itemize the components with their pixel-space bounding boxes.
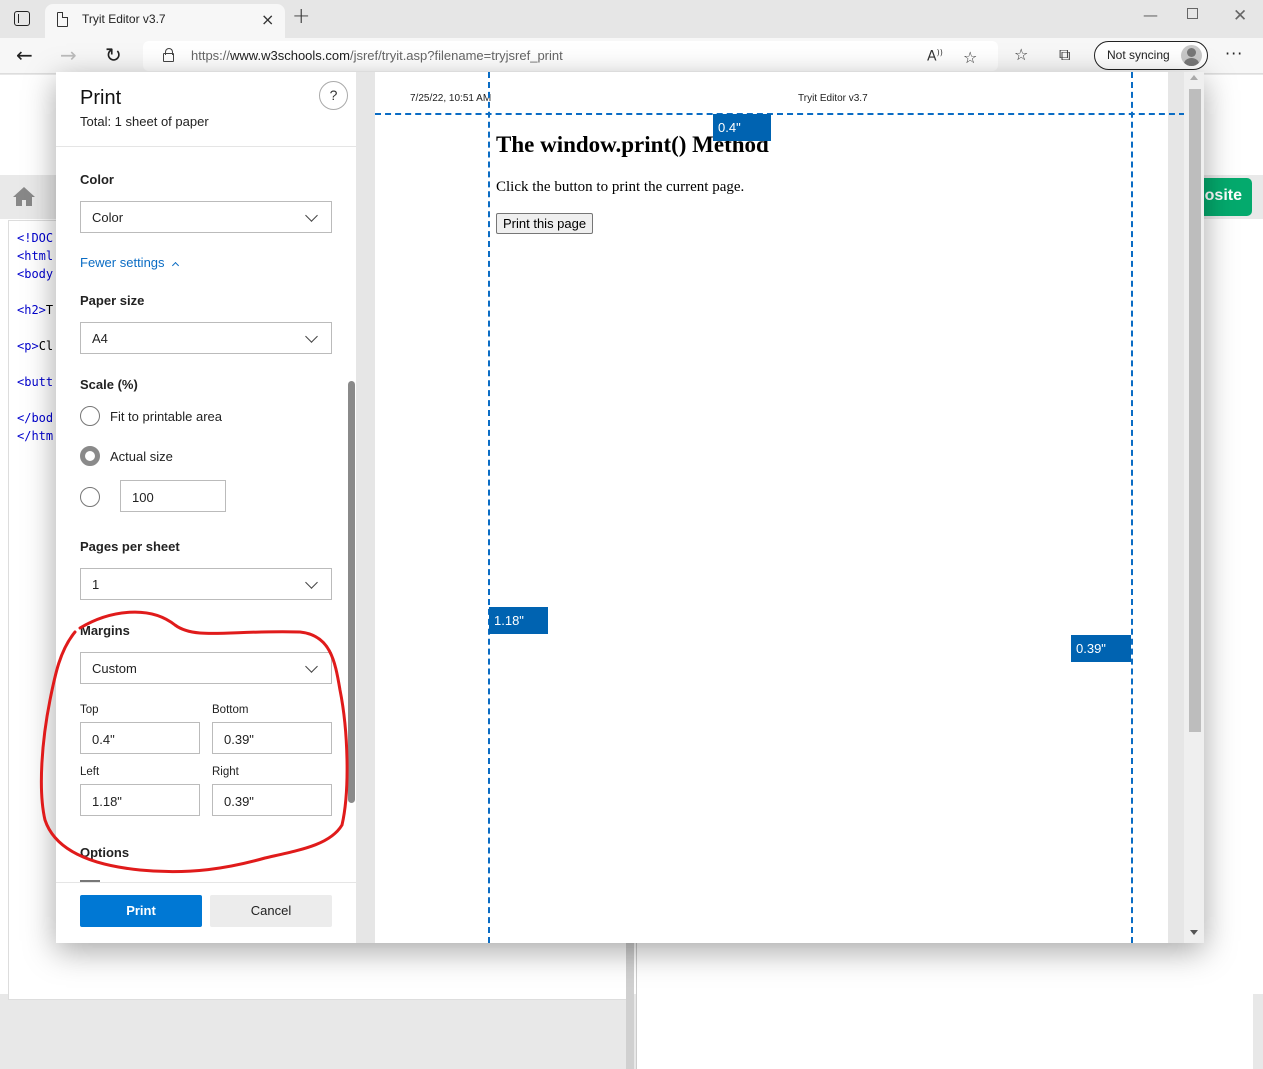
print-settings-panel: Print Total: 1 sheet of paper ? Color Co… <box>56 72 356 943</box>
browser-toolbar: ← → ↻ https://www.w3schools.com/jsref/tr… <box>0 38 1263 74</box>
right-margin-tag: 0.39" <box>1071 635 1131 662</box>
preview-scrollbar-thumb[interactable] <box>1189 89 1201 732</box>
preview-page: 7/25/22, 10:51 AM Tryit Editor v3.7 The … <box>375 72 1185 943</box>
address-bar[interactable]: https://www.w3schools.com/jsref/tryit.as… <box>143 41 998 71</box>
color-value: Color <box>92 210 124 225</box>
scroll-down-icon[interactable] <box>1190 930 1198 935</box>
close-icon[interactable]: × <box>261 10 274 29</box>
profile-sync-button[interactable]: Not syncing <box>1094 41 1208 70</box>
code-line: <html <box>17 249 54 263</box>
tab-bar: Tryit Editor v3.7 × + — ✕ <box>0 0 1263 38</box>
fewer-settings-label: Fewer settings <box>80 255 165 270</box>
home-icon[interactable] <box>12 185 36 207</box>
page-header-title: Tryit Editor v3.7 <box>798 93 868 104</box>
divider <box>56 882 356 883</box>
avatar-icon <box>1181 45 1202 66</box>
scale-actual-radio[interactable] <box>80 446 100 466</box>
code-line: <!DOC <box>17 231 54 245</box>
pages-per-sheet-value: 1 <box>92 577 100 592</box>
color-label: Color <box>80 172 114 187</box>
scale-fit-label: Fit to printable area <box>110 409 223 424</box>
url-path: /jsref/tryit.asp?filename=tryjsref_print <box>349 48 563 63</box>
margins-value: Custom <box>92 661 137 676</box>
scale-actual-label: Actual size <box>110 449 173 464</box>
collections-icon[interactable]: ⧉ <box>1059 45 1070 65</box>
page-paragraph: Click the button to print the current pa… <box>496 179 745 195</box>
print-preview: 7/25/22, 10:51 AM Tryit Editor v3.7 The … <box>356 72 1204 943</box>
paper-size-value: A4 <box>92 331 108 346</box>
code-line: <p>Cl <box>17 339 54 353</box>
back-icon[interactable]: ← <box>16 43 33 67</box>
read-aloud-icon[interactable]: A)) <box>927 48 943 65</box>
scale-custom-radio[interactable] <box>80 487 100 507</box>
favorites-icon[interactable]: ☆ <box>1014 45 1028 64</box>
scale-label: Scale (%) <box>80 377 138 392</box>
forward-icon[interactable]: → <box>60 43 77 67</box>
chevron-down-icon <box>305 660 318 673</box>
margins-label: Margins <box>80 623 130 638</box>
page-header-date: 7/25/22, 10:51 AM <box>410 93 492 104</box>
pages-per-sheet-label: Pages per sheet <box>80 539 180 554</box>
top-margin-guide[interactable] <box>375 113 1185 115</box>
fewer-settings-link[interactable]: Fewer settings <box>80 255 179 270</box>
add-favorite-icon[interactable]: ☆ <box>963 48 977 67</box>
page-icon <box>57 12 68 27</box>
url-text[interactable]: https://www.w3schools.com/jsref/tryit.as… <box>191 48 563 63</box>
chevron-down-icon <box>305 330 318 343</box>
scale-fit-radio[interactable] <box>80 406 100 426</box>
pages-per-sheet-select[interactable]: 1 <box>80 568 332 600</box>
print-dialog: Print Total: 1 sheet of paper ? Color Co… <box>56 72 1204 943</box>
browser-tab[interactable]: Tryit Editor v3.7 × <box>45 4 285 38</box>
minimize-icon[interactable]: — <box>1143 6 1158 24</box>
code-line: <body <box>17 267 54 281</box>
margin-bottom-label: Bottom <box>212 704 249 716</box>
scroll-up-icon[interactable] <box>1190 75 1198 80</box>
left-margin-tag: 1.18" <box>489 607 548 634</box>
margin-top-label: Top <box>80 704 99 716</box>
top-margin-tag: 0.4" <box>713 114 771 141</box>
left-margin-guide[interactable] <box>488 72 490 943</box>
code-line: </htm <box>17 429 54 443</box>
plus-icon[interactable]: + <box>292 6 310 28</box>
margins-select[interactable]: Custom <box>80 652 332 684</box>
margin-left-label: Left <box>80 766 100 778</box>
tab-title: Tryit Editor v3.7 <box>82 12 166 26</box>
code-line: <h2>T <box>17 303 54 317</box>
code-line: <butt <box>17 375 54 389</box>
cancel-button[interactable]: Cancel <box>210 895 332 927</box>
tab-actions-icon[interactable] <box>14 11 30 26</box>
lock-icon[interactable] <box>163 48 174 62</box>
url-domain: www.w3schools.com <box>230 48 350 63</box>
print-title: Print <box>80 87 122 109</box>
margin-right-label: Right <box>212 766 239 778</box>
margin-right-input[interactable]: 0.39" <box>212 784 332 816</box>
sheet-total: Total: 1 sheet of paper <box>80 114 209 129</box>
margin-bottom-input[interactable]: 0.39" <box>212 722 332 754</box>
chevron-down-icon <box>305 209 318 222</box>
margin-top-input[interactable]: 0.4" <box>80 722 200 754</box>
sync-label: Not syncing <box>1107 48 1170 62</box>
more-icon[interactable]: ··· <box>1225 44 1243 63</box>
options-label: Options <box>80 845 130 860</box>
paper-size-label: Paper size <box>80 293 145 308</box>
chevron-down-icon <box>305 576 318 589</box>
chevron-up-icon <box>171 261 179 270</box>
settings-scrollbar[interactable] <box>348 381 355 803</box>
help-icon[interactable]: ? <box>319 81 348 110</box>
print-this-page-button: Print this page <box>496 213 594 234</box>
maximize-icon[interactable] <box>1187 8 1198 19</box>
paper-size-select[interactable]: A4 <box>80 322 332 354</box>
color-select[interactable]: Color <box>80 201 332 233</box>
right-margin-guide[interactable] <box>1131 72 1133 943</box>
margin-left-input[interactable]: 1.18" <box>80 784 200 816</box>
divider <box>56 146 356 147</box>
scale-input[interactable]: 100 <box>120 480 226 512</box>
print-button[interactable]: Print <box>80 895 202 927</box>
code-line: </bod <box>17 411 54 425</box>
window-close-icon[interactable]: ✕ <box>1233 6 1247 26</box>
url-prefix: https:// <box>191 48 231 63</box>
refresh-icon[interactable]: ↻ <box>105 43 122 67</box>
